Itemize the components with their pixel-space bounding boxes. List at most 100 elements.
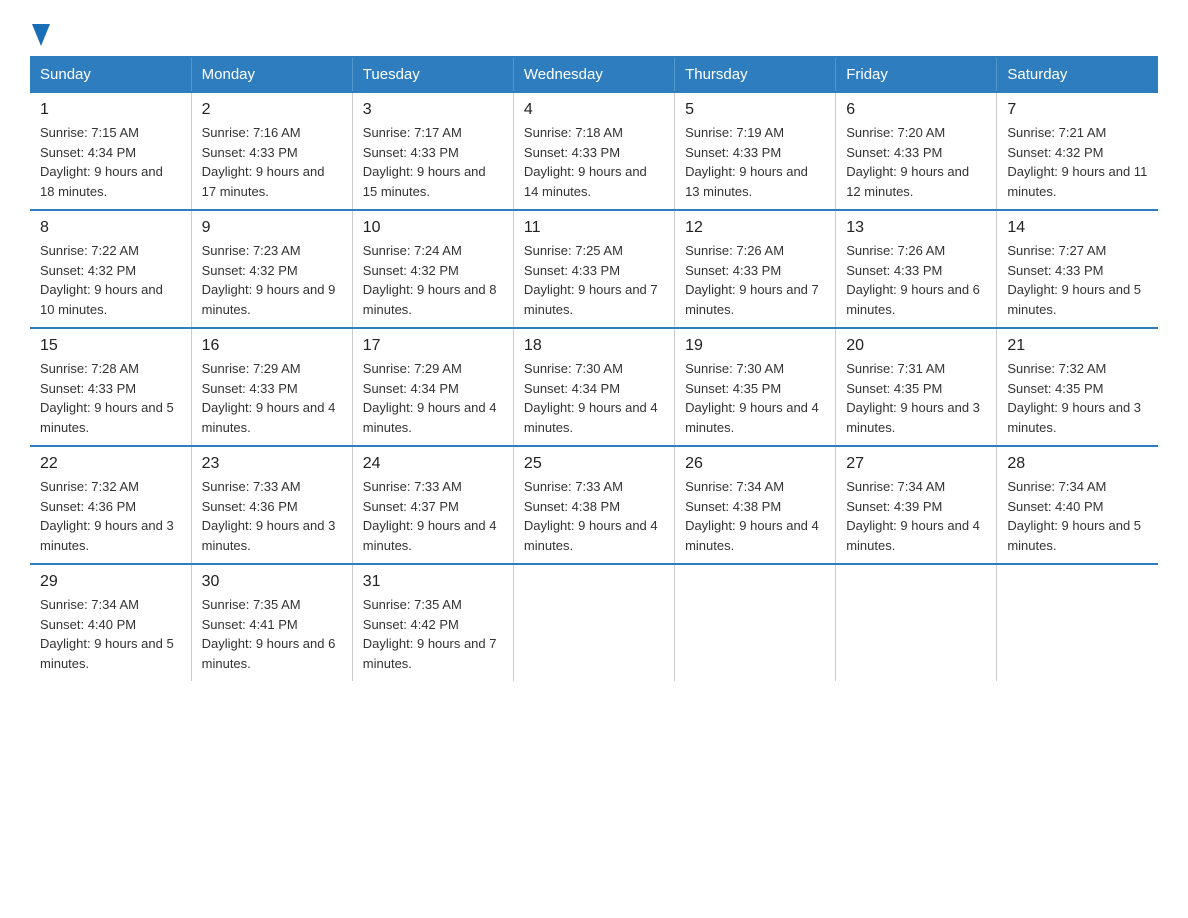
calendar-cell: 31 Sunrise: 7:35 AMSunset: 4:42 PMDaylig… (352, 564, 513, 681)
day-number: 19 (685, 337, 825, 355)
day-info: Sunrise: 7:28 AMSunset: 4:33 PMDaylight:… (40, 359, 181, 437)
day-number: 18 (524, 337, 664, 355)
day-info: Sunrise: 7:33 AMSunset: 4:37 PMDaylight:… (363, 477, 503, 555)
day-info: Sunrise: 7:27 AMSunset: 4:33 PMDaylight:… (1007, 241, 1148, 319)
calendar-cell: 22 Sunrise: 7:32 AMSunset: 4:36 PMDaylig… (30, 446, 191, 564)
day-info: Sunrise: 7:16 AMSunset: 4:33 PMDaylight:… (202, 123, 342, 201)
day-info: Sunrise: 7:30 AMSunset: 4:35 PMDaylight:… (685, 359, 825, 437)
calendar-cell: 1 Sunrise: 7:15 AMSunset: 4:34 PMDayligh… (30, 92, 191, 210)
calendar-day-header: Friday (836, 57, 997, 92)
calendar-cell: 19 Sunrise: 7:30 AMSunset: 4:35 PMDaylig… (675, 328, 836, 446)
day-info: Sunrise: 7:18 AMSunset: 4:33 PMDaylight:… (524, 123, 664, 201)
day-info: Sunrise: 7:23 AMSunset: 4:32 PMDaylight:… (202, 241, 342, 319)
day-info: Sunrise: 7:31 AMSunset: 4:35 PMDaylight:… (846, 359, 986, 437)
day-info: Sunrise: 7:32 AMSunset: 4:35 PMDaylight:… (1007, 359, 1148, 437)
calendar-day-header: Sunday (30, 57, 191, 92)
day-number: 20 (846, 337, 986, 355)
calendar-cell: 21 Sunrise: 7:32 AMSunset: 4:35 PMDaylig… (997, 328, 1158, 446)
calendar-cell: 4 Sunrise: 7:18 AMSunset: 4:33 PMDayligh… (513, 92, 674, 210)
day-number: 23 (202, 455, 342, 473)
day-number: 10 (363, 219, 503, 237)
calendar-cell: 23 Sunrise: 7:33 AMSunset: 4:36 PMDaylig… (191, 446, 352, 564)
calendar-day-header: Tuesday (352, 57, 513, 92)
day-info: Sunrise: 7:25 AMSunset: 4:33 PMDaylight:… (524, 241, 664, 319)
day-number: 27 (846, 455, 986, 473)
calendar-cell (675, 564, 836, 681)
calendar-cell: 25 Sunrise: 7:33 AMSunset: 4:38 PMDaylig… (513, 446, 674, 564)
calendar-day-header: Thursday (675, 57, 836, 92)
calendar-day-header: Saturday (997, 57, 1158, 92)
logo (30, 24, 50, 46)
day-number: 24 (363, 455, 503, 473)
day-info: Sunrise: 7:34 AMSunset: 4:40 PMDaylight:… (40, 595, 181, 673)
day-info: Sunrise: 7:22 AMSunset: 4:32 PMDaylight:… (40, 241, 181, 319)
day-info: Sunrise: 7:34 AMSunset: 4:39 PMDaylight:… (846, 477, 986, 555)
day-number: 25 (524, 455, 664, 473)
day-number: 16 (202, 337, 342, 355)
day-info: Sunrise: 7:26 AMSunset: 4:33 PMDaylight:… (685, 241, 825, 319)
day-info: Sunrise: 7:20 AMSunset: 4:33 PMDaylight:… (846, 123, 986, 201)
calendar-cell: 12 Sunrise: 7:26 AMSunset: 4:33 PMDaylig… (675, 210, 836, 328)
calendar-cell (997, 564, 1158, 681)
day-number: 9 (202, 219, 342, 237)
day-info: Sunrise: 7:30 AMSunset: 4:34 PMDaylight:… (524, 359, 664, 437)
calendar-table: SundayMondayTuesdayWednesdayThursdayFrid… (30, 56, 1158, 681)
day-info: Sunrise: 7:21 AMSunset: 4:32 PMDaylight:… (1007, 123, 1148, 201)
calendar-cell: 26 Sunrise: 7:34 AMSunset: 4:38 PMDaylig… (675, 446, 836, 564)
calendar-cell: 20 Sunrise: 7:31 AMSunset: 4:35 PMDaylig… (836, 328, 997, 446)
day-number: 21 (1007, 337, 1148, 355)
day-number: 7 (1007, 101, 1148, 119)
calendar-cell: 30 Sunrise: 7:35 AMSunset: 4:41 PMDaylig… (191, 564, 352, 681)
day-info: Sunrise: 7:33 AMSunset: 4:38 PMDaylight:… (524, 477, 664, 555)
day-info: Sunrise: 7:26 AMSunset: 4:33 PMDaylight:… (846, 241, 986, 319)
day-number: 17 (363, 337, 503, 355)
day-info: Sunrise: 7:19 AMSunset: 4:33 PMDaylight:… (685, 123, 825, 201)
calendar-cell: 6 Sunrise: 7:20 AMSunset: 4:33 PMDayligh… (836, 92, 997, 210)
calendar-cell (513, 564, 674, 681)
day-number: 13 (846, 219, 986, 237)
day-info: Sunrise: 7:29 AMSunset: 4:34 PMDaylight:… (363, 359, 503, 437)
calendar-cell: 14 Sunrise: 7:27 AMSunset: 4:33 PMDaylig… (997, 210, 1158, 328)
day-number: 22 (40, 455, 181, 473)
day-number: 3 (363, 101, 503, 119)
calendar-cell: 13 Sunrise: 7:26 AMSunset: 4:33 PMDaylig… (836, 210, 997, 328)
calendar-cell: 7 Sunrise: 7:21 AMSunset: 4:32 PMDayligh… (997, 92, 1158, 210)
day-number: 28 (1007, 455, 1148, 473)
calendar-cell: 16 Sunrise: 7:29 AMSunset: 4:33 PMDaylig… (191, 328, 352, 446)
calendar-cell: 3 Sunrise: 7:17 AMSunset: 4:33 PMDayligh… (352, 92, 513, 210)
calendar-week-row: 8 Sunrise: 7:22 AMSunset: 4:32 PMDayligh… (30, 210, 1158, 328)
day-info: Sunrise: 7:33 AMSunset: 4:36 PMDaylight:… (202, 477, 342, 555)
day-info: Sunrise: 7:15 AMSunset: 4:34 PMDaylight:… (40, 123, 181, 201)
day-info: Sunrise: 7:17 AMSunset: 4:33 PMDaylight:… (363, 123, 503, 201)
day-number: 30 (202, 573, 342, 591)
day-info: Sunrise: 7:34 AMSunset: 4:40 PMDaylight:… (1007, 477, 1148, 555)
day-info: Sunrise: 7:29 AMSunset: 4:33 PMDaylight:… (202, 359, 342, 437)
day-number: 11 (524, 219, 664, 237)
calendar-cell: 29 Sunrise: 7:34 AMSunset: 4:40 PMDaylig… (30, 564, 191, 681)
calendar-day-header: Monday (191, 57, 352, 92)
day-number: 8 (40, 219, 181, 237)
calendar-week-row: 29 Sunrise: 7:34 AMSunset: 4:40 PMDaylig… (30, 564, 1158, 681)
day-number: 5 (685, 101, 825, 119)
day-info: Sunrise: 7:35 AMSunset: 4:42 PMDaylight:… (363, 595, 503, 673)
day-info: Sunrise: 7:32 AMSunset: 4:36 PMDaylight:… (40, 477, 181, 555)
page-header (30, 24, 1158, 46)
day-number: 31 (363, 573, 503, 591)
calendar-cell: 2 Sunrise: 7:16 AMSunset: 4:33 PMDayligh… (191, 92, 352, 210)
calendar-cell: 18 Sunrise: 7:30 AMSunset: 4:34 PMDaylig… (513, 328, 674, 446)
calendar-header-row: SundayMondayTuesdayWednesdayThursdayFrid… (30, 57, 1158, 92)
calendar-cell: 5 Sunrise: 7:19 AMSunset: 4:33 PMDayligh… (675, 92, 836, 210)
calendar-cell: 8 Sunrise: 7:22 AMSunset: 4:32 PMDayligh… (30, 210, 191, 328)
calendar-cell: 11 Sunrise: 7:25 AMSunset: 4:33 PMDaylig… (513, 210, 674, 328)
calendar-week-row: 22 Sunrise: 7:32 AMSunset: 4:36 PMDaylig… (30, 446, 1158, 564)
day-number: 15 (40, 337, 181, 355)
calendar-week-row: 15 Sunrise: 7:28 AMSunset: 4:33 PMDaylig… (30, 328, 1158, 446)
calendar-cell (836, 564, 997, 681)
calendar-week-row: 1 Sunrise: 7:15 AMSunset: 4:34 PMDayligh… (30, 92, 1158, 210)
day-number: 12 (685, 219, 825, 237)
calendar-cell: 17 Sunrise: 7:29 AMSunset: 4:34 PMDaylig… (352, 328, 513, 446)
day-info: Sunrise: 7:34 AMSunset: 4:38 PMDaylight:… (685, 477, 825, 555)
logo-triangle-icon (32, 24, 50, 46)
day-number: 6 (846, 101, 986, 119)
day-number: 29 (40, 573, 181, 591)
